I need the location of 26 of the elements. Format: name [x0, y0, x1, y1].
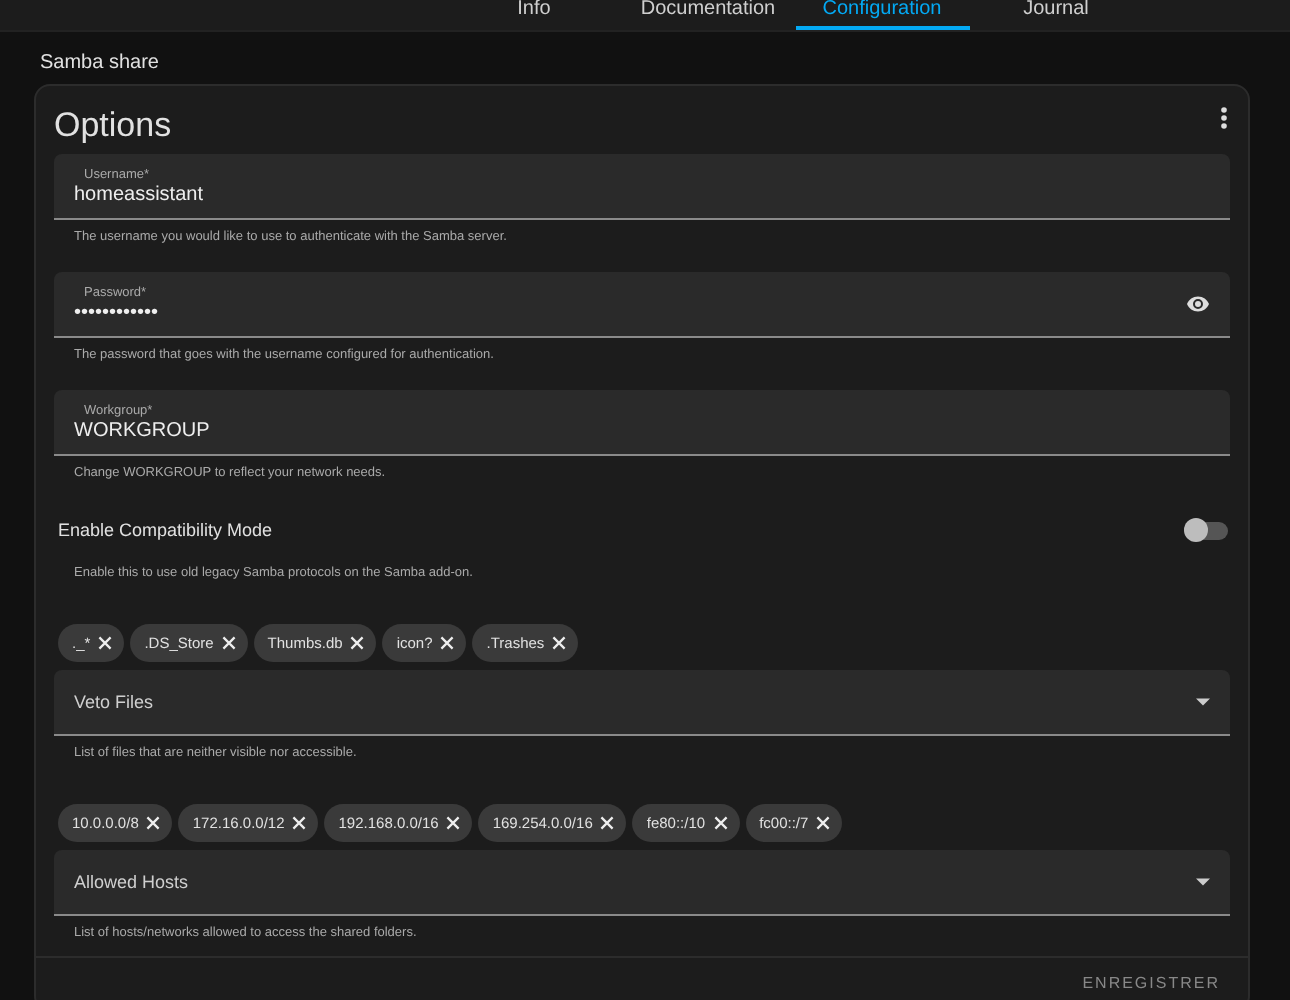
- close-icon[interactable]: [600, 816, 615, 830]
- more-vertical-icon[interactable]: [1220, 106, 1228, 130]
- section-title: Samba share: [38, 50, 161, 78]
- save-button[interactable]: ENREGISTRER: [1082, 974, 1220, 992]
- close-icon[interactable]: [221, 636, 236, 650]
- toggle-switch[interactable]: [1184, 521, 1228, 539]
- tab[interactable]: Journal: [969, 0, 1143, 30]
- tab[interactable]: Info: [447, 0, 621, 30]
- close-icon[interactable]: [816, 816, 831, 830]
- close-icon[interactable]: [350, 636, 365, 650]
- dropdown-caret-icon: [1196, 698, 1210, 706]
- eye-icon[interactable]: [1186, 292, 1210, 316]
- card-title: Options: [54, 106, 172, 146]
- toggle-label: Enable Compatibility Mode: [58, 520, 273, 540]
- close-icon[interactable]: [98, 636, 113, 650]
- close-icon[interactable]: [440, 636, 455, 650]
- tab[interactable]: Configuration: [795, 0, 969, 30]
- select-field[interactable]: Veto Files: [54, 670, 1230, 736]
- close-icon[interactable]: [292, 816, 307, 830]
- dropdown-caret-icon: [1196, 878, 1210, 886]
- tab[interactable]: Documentation: [621, 0, 795, 30]
- close-icon[interactable]: [552, 636, 567, 650]
- close-icon[interactable]: [146, 816, 161, 830]
- close-icon[interactable]: [713, 816, 728, 830]
- close-icon[interactable]: [446, 816, 461, 830]
- select-field[interactable]: Allowed Hosts: [54, 850, 1230, 916]
